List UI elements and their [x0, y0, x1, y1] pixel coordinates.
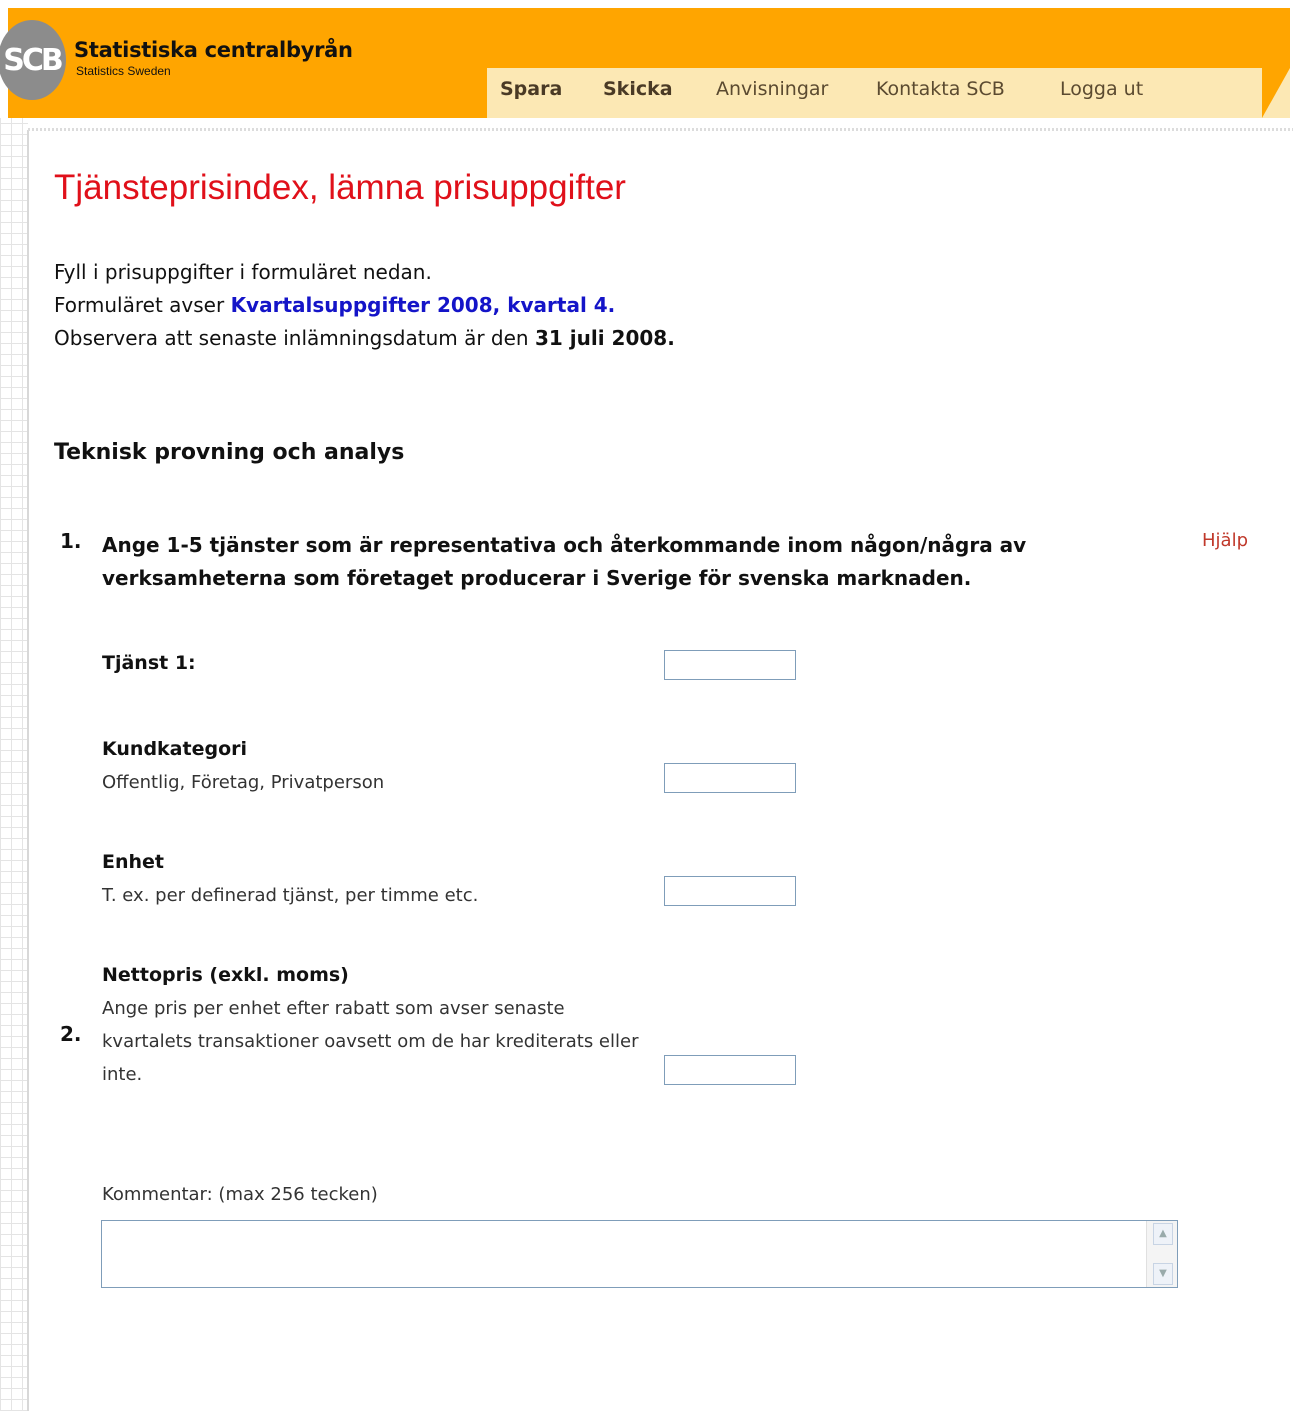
- scroll-down-icon[interactable]: ▼: [1153, 1263, 1173, 1285]
- intro-line-2: Formuläret avser Kvartalsuppgifter 2008,…: [54, 293, 615, 317]
- nav-bar-fold: [1262, 68, 1290, 118]
- deadline-date: 31 juli 2008: [534, 326, 668, 350]
- net-price-description: Ange pris per enhet efter rabatt som avs…: [102, 998, 639, 1085]
- customer-category-label: Kundkategori: [102, 738, 248, 760]
- comment-label: Kommentar: (max 256 tecken): [102, 1184, 378, 1205]
- nav-instructions-link[interactable]: Anvisningar: [716, 78, 828, 100]
- intro-line-3-prefix: Observera att senaste inlämningsdatum är…: [54, 326, 535, 350]
- content-top-border: [28, 128, 1293, 131]
- question-number: 1.: [60, 529, 82, 553]
- net-price-input[interactable]: [664, 1055, 796, 1085]
- section-heading: Teknisk provning och analys: [54, 440, 405, 465]
- intro-line-2-prefix: Formuläret avser: [54, 293, 231, 317]
- service-input[interactable]: [664, 650, 796, 680]
- intro-line-1: Fyll i prisuppgifter i formuläret nedan.: [54, 260, 432, 284]
- comment-scrollbar[interactable]: ▲ ▼: [1146, 1221, 1177, 1287]
- brand-title: Statistiska centralbyrån: [74, 38, 353, 62]
- brand-subtitle: Statistics Sweden: [76, 64, 171, 78]
- quarter-highlight: Kvartalsuppgifter 2008, kvartal 4.: [230, 293, 616, 317]
- nav-logout-link[interactable]: Logga ut: [1060, 78, 1143, 100]
- question-text: Ange 1-5 tjänster som är representativa …: [102, 533, 1027, 590]
- customer-category-input[interactable]: [664, 763, 796, 793]
- nav-send-button[interactable]: Skicka: [603, 78, 673, 100]
- service-label: Tjänst 1:: [102, 652, 196, 674]
- page-title: Tjänsteprisindex, lämna prisuppgifter: [54, 168, 626, 207]
- comment-box: ▲ ▼: [101, 1220, 1178, 1288]
- intro-line-3-suffix: .: [667, 326, 675, 350]
- comment-textarea[interactable]: [102, 1221, 1147, 1287]
- nav-contact-link[interactable]: Kontakta SCB: [876, 78, 1005, 100]
- question-2-number: 2.: [60, 1022, 82, 1046]
- scb-logo: SCB: [0, 20, 66, 100]
- help-link[interactable]: Hjälp: [1202, 530, 1248, 551]
- content-left-border: [27, 130, 29, 1411]
- left-grid-gutter: [0, 118, 28, 1411]
- customer-category-description: Offentlig, Företag, Privatperson: [102, 772, 385, 793]
- nav-save-button[interactable]: Spara: [500, 78, 562, 100]
- intro-line-3: Observera att senaste inlämningsdatum är…: [54, 326, 675, 350]
- net-price-label: Nettopris (exkl. moms): [102, 964, 349, 986]
- unit-description: T. ex. per definerad tjänst, per timme e…: [102, 885, 479, 906]
- scroll-up-icon[interactable]: ▲: [1153, 1223, 1173, 1245]
- unit-label: Enhet: [102, 851, 165, 873]
- unit-input[interactable]: [664, 876, 796, 906]
